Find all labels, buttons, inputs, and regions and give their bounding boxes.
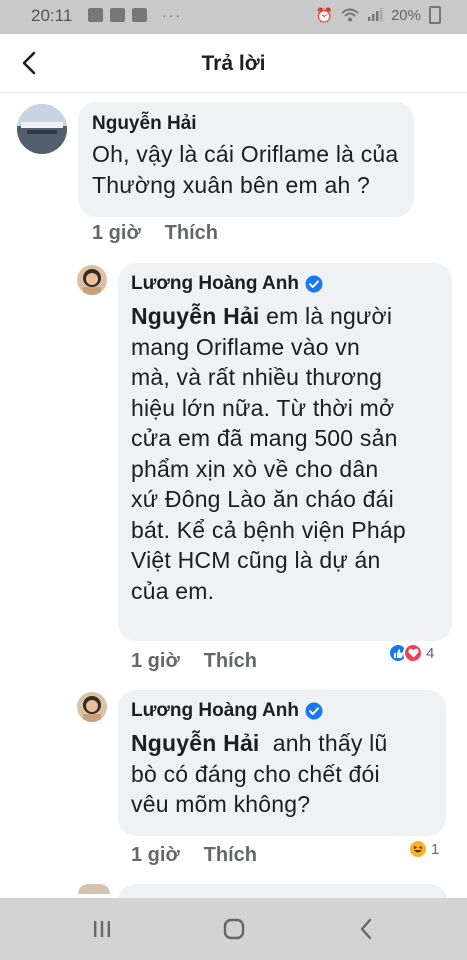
home-button[interactable]	[214, 914, 254, 944]
comment-text: Nguyễn Hải em là người mang Oriflame vào…	[131, 301, 439, 606]
like-link[interactable]: Thích	[204, 844, 257, 867]
love-reaction-icon	[403, 643, 423, 663]
more-notifications-icon: ···	[162, 7, 182, 23]
reaction-count: 4	[426, 644, 435, 662]
home-icon	[223, 918, 245, 940]
comment-text-line: của em.	[131, 577, 215, 604]
comment-text-line: Thường xuân bên em ah ?	[92, 171, 371, 198]
status-bar: 20:11 ··· ⏰ 20%	[0, 0, 467, 34]
verified-badge-icon	[305, 702, 323, 720]
comment-text-line: Nguyễn Hải em là người	[131, 301, 439, 332]
comment-bubble[interactable]: Lương Hoàng Anh Nguyễn Hải em là người m…	[118, 263, 452, 641]
avatar	[78, 884, 110, 894]
shop-notification-icon	[132, 8, 147, 22]
system-nav-bar	[0, 898, 467, 960]
page-title: Trả lời	[201, 52, 266, 75]
comment-text-line: Nguyễn Hải anh thấy lũ	[131, 728, 433, 759]
comment-author-name: Lương Hoàng Anh	[131, 700, 299, 721]
mention-link[interactable]: Nguyễn Hải	[131, 730, 260, 756]
comment-text-line: phẩm xịn xò về cho dân	[131, 455, 379, 482]
reaction-summary[interactable]: 1	[406, 838, 442, 860]
comment-text-line: Oh, vậy là cái Oriflame là của	[92, 141, 399, 167]
comment-bubble[interactable]: Nguyễn Hải Oh, vậy là cái Oriflame là củ…	[78, 102, 414, 217]
like-link[interactable]: Thích	[204, 650, 257, 673]
wifi-icon	[341, 8, 359, 22]
reaction-summary[interactable]: 4	[386, 642, 437, 664]
comment-text-first: anh thấy lũ	[259, 730, 388, 756]
reaction-count: 1	[431, 840, 440, 858]
notification-icons: ···	[88, 7, 182, 23]
comment-text-line: bát. Kể cả bệnh viện Pháp	[131, 516, 406, 543]
like-link[interactable]: Thích	[165, 222, 218, 245]
mention-link[interactable]: Nguyễn Hải	[131, 303, 260, 329]
comment-time: 1 giờ	[92, 222, 141, 244]
gallery-notification-icon	[88, 8, 103, 22]
comment-text-line: Việt HCM cũng là dự án	[131, 547, 381, 573]
comment-text-line: hiệu lớn nữa. Từ thời mở	[131, 394, 395, 421]
recent-apps-button[interactable]	[82, 914, 122, 944]
comment-text-line: mang Oriflame vào vn	[131, 333, 360, 360]
comment-text-line: vêu mõm không?	[131, 791, 311, 817]
app-notification-icon	[110, 8, 125, 22]
avatar[interactable]	[17, 104, 67, 154]
comment-bubble[interactable]: Lương Hoàng Anh Nguyễn Hải anh thấy lũ b…	[118, 690, 446, 836]
recent-apps-icon	[94, 921, 110, 937]
comment-meta: 1 giờ Thích	[131, 650, 257, 673]
status-time: 20:11	[31, 6, 73, 25]
battery-icon	[429, 6, 441, 24]
comment-meta: 1 giờ Thích	[131, 844, 257, 867]
haha-reaction-icon	[408, 839, 428, 859]
battery-percent: 20%	[390, 6, 421, 24]
signal-icon	[367, 8, 383, 21]
comment-text-line: mà, và rất nhiều thương	[131, 364, 383, 390]
comment-time: 1 giờ	[131, 650, 180, 672]
avatar[interactable]	[77, 265, 107, 295]
nav-back-icon	[360, 918, 372, 940]
nav-back-button[interactable]	[346, 914, 386, 944]
comment-author[interactable]: Nguyễn Hải	[92, 113, 400, 135]
comment-author[interactable]: Lương Hoàng Anh	[131, 700, 433, 722]
comment-time: 1 giờ	[131, 844, 180, 866]
alarm-icon: ⏰	[315, 6, 333, 23]
system-status: ⏰ 20%	[316, 6, 441, 24]
comment-text-line: xứ Đông Lào ăn cháo đái	[131, 486, 394, 512]
comment-author-name: Lương Hoàng Anh	[131, 273, 299, 294]
verified-badge-icon	[305, 275, 323, 293]
comment-author[interactable]: Lương Hoàng Anh	[131, 273, 439, 295]
avatar[interactable]	[77, 692, 107, 722]
header: Trả lời	[0, 34, 467, 93]
comment-text-first: em là người	[259, 303, 393, 329]
comment-text-line: bò có đáng cho chết đói	[131, 760, 380, 787]
comment-text-line: cửa em đã mang 500 sản	[131, 425, 398, 451]
comment-text: Oh, vậy là cái Oriflame là của Thường xu…	[92, 139, 400, 200]
comment-text: Nguyễn Hải anh thấy lũ bò có đáng cho ch…	[131, 728, 433, 820]
comment-meta: 1 giờ Thích	[92, 222, 218, 245]
